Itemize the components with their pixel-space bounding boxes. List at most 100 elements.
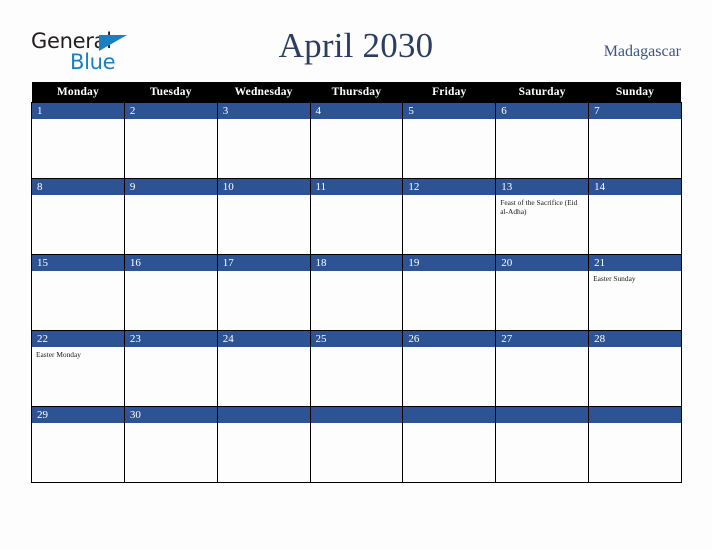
day-events [125,195,217,198]
day-number [310,406,403,423]
calendar-day-cell[interactable]: 18 [309,253,404,331]
calendar-day-cell[interactable]: 5 [402,101,497,179]
calendar-body: 1 2 3 4 5 6 7 8 9 10 11 12 13 Feast of the Sacrifice … [31,101,682,483]
day-number: 14 [589,178,681,195]
day-events [311,119,403,122]
calendar-day-cell[interactable]: 26 [402,329,497,407]
calendar-day-cell[interactable]: 17 [216,253,311,331]
calendar-day-cell[interactable]: 16 [123,253,218,331]
calendar-day-cell[interactable]: 22 Easter Monday [31,329,125,407]
calendar-day-cell[interactable]: 4 [309,101,404,179]
day-number: 11 [310,178,403,195]
calendar-day-cell[interactable]: 11 [309,177,404,255]
day-events [32,423,124,426]
calendar-week-row: 22 Easter Monday 23 24 25 26 27 28 [31,329,682,407]
day-number: 6 [496,102,589,119]
day-number: 7 [589,102,681,119]
day-number: 27 [496,330,589,347]
calendar-day-cell[interactable]: 3 [216,101,311,179]
day-number: 26 [403,330,496,347]
calendar-day-cell[interactable]: 24 [216,329,311,407]
day-number [217,406,310,423]
day-number: 23 [124,330,217,347]
weekday-header-tuesday: Tuesday [124,82,218,102]
day-events [403,119,495,122]
day-number: 5 [403,102,496,119]
day-number: 9 [124,178,217,195]
calendar-day-cell[interactable]: 29 [31,405,125,483]
calendar-day-cell[interactable]: 7 [588,101,682,179]
day-events [125,119,217,122]
calendar-day-cell[interactable]: 6 [495,101,590,179]
day-events [403,423,495,426]
day-events [218,119,310,122]
weekday-header-sunday: Sunday [588,82,682,102]
calendar-day-cell[interactable]: 20 [495,253,590,331]
day-number [496,406,589,423]
weekday-header-friday: Friday [402,82,496,102]
day-events [403,271,495,274]
calendar-day-cell[interactable]: 2 [123,101,218,179]
calendar-week-row: 8 9 10 11 12 13 Feast of the Sacrifice (Eid al… [31,177,682,255]
day-number: 13 [496,178,589,195]
weekday-header-monday: Monday [31,82,125,102]
calendar-day-cell[interactable]: 10 [216,177,311,255]
calendar-empty-cell[interactable] [402,405,497,483]
day-number: 12 [403,178,496,195]
calendar-day-cell[interactable]: 28 [588,329,682,407]
day-events [125,271,217,274]
day-number [403,406,496,423]
day-number: 17 [217,254,310,271]
calendar-week-row: 1234567 [31,101,682,179]
calendar-day-cell[interactable]: 1 [31,101,125,179]
day-events [589,195,681,198]
calendar-empty-cell[interactable] [588,405,682,483]
calendar-day-cell[interactable]: 14 [588,177,682,255]
calendar-table: Monday Tuesday Wednesday Thursday Friday… [31,82,682,483]
calendar-empty-cell[interactable] [216,405,311,483]
day-events [496,423,588,426]
day-number: 30 [124,406,217,423]
holiday-event-label: Feast of the Sacrifice (Eid al-Adha) [500,197,578,216]
calendar-day-cell[interactable]: 25 [309,329,404,407]
calendar-day-cell[interactable]: 27 [495,329,590,407]
day-number: 22 [32,330,124,347]
page-header: General Blue April 2030 Madagascar [0,0,712,82]
calendar-day-cell[interactable]: 19 [402,253,497,331]
day-events [589,347,681,350]
day-events [496,119,588,122]
calendar-day-cell[interactable]: 30 [123,405,218,483]
day-events [311,423,403,426]
calendar-day-cell[interactable]: 9 [123,177,218,255]
calendar-week-row: 29 30 [31,405,682,483]
calendar-empty-cell[interactable] [309,405,404,483]
holiday-event-label: Easter Sunday [593,273,636,283]
calendar-day-cell[interactable]: 13 Feast of the Sacrifice (Eid al-Adha) [495,177,590,255]
calendar-day-cell[interactable]: 23 [123,329,218,407]
day-number: 3 [217,102,310,119]
day-number: 10 [217,178,310,195]
day-number: 2 [124,102,217,119]
day-number [589,406,681,423]
day-events [32,271,124,274]
day-events [218,423,310,426]
weekday-header-saturday: Saturday [495,82,589,102]
day-events [403,347,495,350]
day-number: 1 [32,102,124,119]
day-events [589,423,681,426]
day-events [311,347,403,350]
day-events [32,119,124,122]
calendar-empty-cell[interactable] [495,405,590,483]
day-number: 24 [217,330,310,347]
calendar-header-row: Monday Tuesday Wednesday Thursday Friday… [31,82,682,102]
calendar-day-cell[interactable]: 15 [31,253,125,331]
day-number: 19 [403,254,496,271]
weekday-header-wednesday: Wednesday [217,82,311,102]
calendar-day-cell[interactable]: 21 Easter Sunday [588,253,682,331]
calendar-day-cell[interactable]: 12 [402,177,497,255]
day-events: Easter Monday [32,347,124,359]
day-number: 28 [589,330,681,347]
calendar-day-cell[interactable]: 8 [31,177,125,255]
day-number: 20 [496,254,589,271]
day-events [125,423,217,426]
